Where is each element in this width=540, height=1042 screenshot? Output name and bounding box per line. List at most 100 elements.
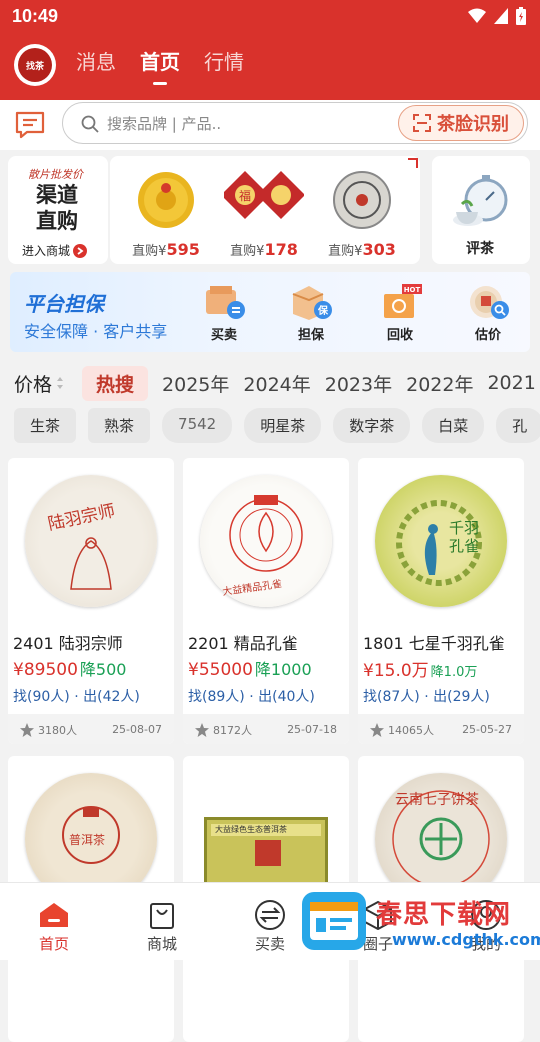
tag-chip[interactable]: 明星茶: [244, 408, 322, 443]
demand-supply: 找(90人) · 出(42人): [13, 689, 140, 705]
stopwatch-teacup-icon: [453, 175, 508, 226]
tab-market[interactable]: 行情: [204, 46, 244, 75]
card-footer: 8172人 25-07-18: [183, 714, 349, 744]
tag-chip[interactable]: 孔: [496, 408, 540, 443]
price-drop: 降500: [79, 660, 127, 679]
tea-brick: 大益绿色生态普洱茶: [204, 817, 328, 891]
banner-item-label: 回收: [386, 328, 413, 343]
enter-mall-label: 进入商城: [22, 244, 71, 258]
watermark: 春思下载网 www.cdgthk.com: [300, 888, 540, 956]
tea-review-label: 评茶: [466, 241, 494, 257]
star-icon: [370, 723, 384, 737]
tea-face-label: 茶脸识别: [437, 114, 509, 135]
tag-chip[interactable]: 生茶: [14, 408, 77, 443]
date: 25-07-18: [287, 723, 337, 736]
goods-item[interactable]: 直购¥595: [118, 168, 214, 259]
price-sort-label: 价格: [14, 373, 53, 396]
battery-icon: [516, 7, 526, 25]
product-image: 陆羽宗师: [8, 458, 174, 624]
tab-messages[interactable]: 消息: [76, 46, 116, 75]
filter-year[interactable]: 2023年: [325, 370, 392, 397]
svg-text:HOT: HOT: [404, 286, 421, 294]
product-card[interactable]: 陆羽宗师 2401 陆羽宗师 ¥89500 降500 找(90人) · 出(42人…: [8, 458, 174, 744]
logo-text: 找茶: [18, 48, 52, 82]
filter-year[interactable]: 2025年: [162, 370, 229, 397]
sort-arrows-icon: [57, 377, 64, 389]
category-tags: 生茶 熟茶 7542 明星茶 数字茶 白菜 孔: [14, 408, 540, 443]
status-bar: 10:49: [0, 0, 540, 32]
recycle-box-icon: HOT: [378, 282, 422, 322]
cake-label: 普洱茶: [69, 833, 106, 847]
gift-box-image: 福: [224, 170, 304, 220]
cake-label: 千羽孔雀: [449, 519, 480, 555]
tea-cake-image: [138, 172, 194, 228]
product-title: 1801 七星千羽孔雀: [363, 634, 505, 653]
direct-buy-card[interactable]: 直购¥595 福 直购¥178 直购¥303: [110, 156, 420, 264]
banner-item-label: 估价: [474, 328, 501, 343]
shopping-bag-icon: [150, 903, 174, 929]
card-footer: 3180人 25-08-07: [8, 714, 174, 744]
corner-mark-icon: [408, 158, 418, 168]
product-title: 2401 陆羽宗师: [13, 634, 123, 653]
filter-year[interactable]: 2022年: [406, 370, 473, 397]
figure-illustration: [70, 537, 112, 590]
nav-label: 商城: [146, 935, 177, 953]
banner-title: 平台担保: [24, 292, 104, 316]
tea-review-card[interactable]: 评茶: [432, 156, 530, 264]
banner-item-guarantee[interactable]: 保 担保: [283, 282, 339, 343]
exchange-icon: [255, 900, 285, 930]
svg-text:福: 福: [239, 188, 251, 203]
watermark-text: 春思下载网: [376, 900, 512, 930]
scan-icon: [413, 114, 431, 132]
tag-chip[interactable]: 白菜: [422, 408, 485, 443]
search-input[interactable]: 搜索品牌 | 产品..: [107, 113, 221, 134]
star-icon: [20, 723, 34, 737]
nav-mall[interactable]: 商城: [132, 897, 192, 954]
status-time: 10:49: [12, 6, 59, 26]
message-icon[interactable]: [14, 110, 46, 140]
cake-label: 云南七子饼茶: [395, 792, 479, 808]
wholesale-subtitle: 散片批发价: [28, 168, 83, 181]
tea-face-recognition-button[interactable]: 茶脸识别: [398, 105, 524, 141]
enter-mall-link[interactable]: 进入商城: [22, 242, 88, 259]
product-price: ¥89500 降500: [13, 660, 127, 680]
tag-chip[interactable]: 熟茶: [88, 408, 151, 443]
demand-supply: 找(87人) · 出(29人): [363, 689, 490, 705]
card-footer: 14065人 25-05-27: [358, 714, 524, 744]
views: 14065人: [370, 722, 434, 738]
product-image: 千羽孔雀: [358, 458, 524, 624]
product-price: ¥15.0万 降1.0万: [363, 661, 478, 681]
guarantee-banner[interactable]: 平台担保 安全保障 · 客户共享 买卖 保 担保 HOT 回收 估价: [10, 272, 530, 352]
product-card[interactable]: 大益精品孔雀 2201 精品孔雀 ¥55000 降1000 找(89人) · 出(…: [183, 458, 349, 744]
wholesale-card[interactable]: 散片批发价 渠道直购 进入商城: [8, 156, 108, 264]
price-sort[interactable]: 价格: [14, 370, 64, 397]
goods-item[interactable]: 直购¥303: [314, 168, 410, 259]
filter-year[interactable]: 2024年: [243, 370, 310, 397]
status-icons: [468, 7, 526, 25]
banner-subtitle: 安全保障 · 客户共享: [24, 322, 168, 341]
banner-item-recycle[interactable]: HOT 回收: [372, 282, 428, 343]
svg-text:保: 保: [317, 304, 329, 317]
tea-cake-image: [333, 171, 391, 229]
goods-price: 直购¥178: [230, 240, 298, 259]
filter-year[interactable]: 2021: [487, 372, 535, 394]
tag-chip[interactable]: 数字茶: [333, 408, 411, 443]
filter-hot-search[interactable]: 热搜: [82, 365, 149, 401]
product-card[interactable]: 千羽孔雀 1801 七星千羽孔雀 ¥15.0万 降1.0万 找(87人) · 出(…: [358, 458, 524, 744]
tag-chip[interactable]: 7542: [162, 408, 233, 443]
arrow-right-icon: [73, 243, 88, 258]
goods-price: 直购¥595: [132, 240, 200, 259]
nav-home[interactable]: 首页: [24, 897, 84, 954]
app-logo[interactable]: 找茶: [14, 44, 56, 86]
search-box[interactable]: 搜索品牌 | 产品.. 茶脸识别: [62, 102, 528, 144]
trade-box-icon: [202, 282, 246, 322]
tab-home[interactable]: 首页: [140, 46, 180, 85]
guarantee-box-icon: 保: [289, 282, 333, 322]
app-header: 10:49 找茶 消息 首页 行情: [0, 0, 540, 100]
goods-item[interactable]: 福 直购¥178: [216, 168, 312, 259]
views: 3180人: [20, 722, 77, 738]
home-icon: [40, 903, 68, 927]
banner-item-valuation[interactable]: 估价: [460, 282, 516, 343]
nav-trade[interactable]: 买卖: [240, 897, 300, 954]
banner-item-trade[interactable]: 买卖: [196, 282, 252, 343]
